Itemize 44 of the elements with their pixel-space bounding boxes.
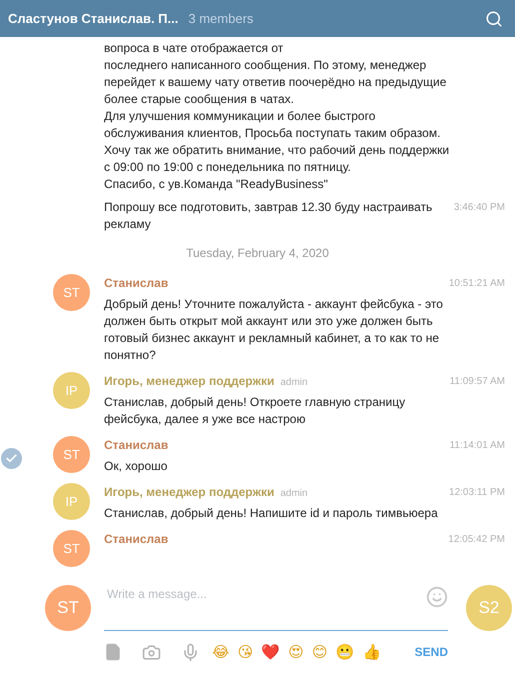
message-text: Станислав, добрый день! Откроете главную страницу фейсбука, далее я уже все настрою	[104, 394, 406, 428]
sender-name: Станислав	[104, 275, 168, 292]
message-time: 10:51:21 AM	[448, 277, 505, 291]
date-separator: Tuesday, February 4, 2020	[186, 245, 329, 262]
avatar: S2	[466, 585, 512, 631]
message-time: 12:05:42 PM	[448, 533, 505, 547]
avatar: ST	[53, 436, 90, 473]
sender-name: Игорь, менеджер поддержки	[104, 373, 274, 390]
sender-name: Станислав	[104, 437, 168, 454]
emoji-shortcut[interactable]: 👍	[362, 643, 382, 661]
selected-check-icon[interactable]	[1, 448, 22, 469]
emoji-shortcut[interactable]: ❤	[261, 643, 280, 661]
message-time: 11:14:01 AM	[450, 439, 505, 453]
role-label: admin	[280, 487, 308, 501]
message-time: 12:03:11 PM	[449, 486, 505, 500]
emoji-shortcut[interactable]: 😬	[335, 643, 354, 661]
avatar: ST	[53, 274, 90, 311]
message-text: Ок, хорошо	[104, 458, 168, 475]
avatar: IP	[53, 372, 90, 409]
avatar: ST	[45, 585, 91, 631]
avatar: IP	[53, 483, 90, 520]
avatar: ST	[53, 530, 90, 567]
message-time: 3:46:40 PM	[454, 201, 505, 215]
sender-name: Станислав	[104, 531, 168, 548]
search-icon[interactable]	[485, 10, 503, 28]
message-time: 11:09:57 AM	[450, 375, 505, 389]
role-label: admin	[280, 376, 308, 390]
emoji-shortcut[interactable]: 😍	[288, 643, 304, 661]
message-input[interactable]: Write a message...	[107, 585, 426, 603]
camera-icon[interactable]	[142, 642, 161, 662]
member-count: 3 members	[188, 10, 254, 28]
emoji-shortcut[interactable]: 😊	[312, 643, 328, 661]
emoji-icon[interactable]	[426, 586, 448, 608]
emoji-shortcut[interactable]: 😂	[212, 643, 230, 661]
message-text: вопроса в чате отображается от последнего написанного сообщения. По этому, менеджер перейдет к вашему чату ответив поочерёдно на предыдущие более старые сообщения в чатах. Для улучшения коммуникации и более быстрого обслуживания клиентов, Просьба поступать таким образом. Хочу так же обратить внимание, что рабочий день поддержки с 09:00 по 19:00 с понедельника по пятницу. Спасибо, с ув.Команда "ReadyBusiness"	[104, 40, 450, 193]
message-text: Добрый день! Уточните пожалуйста - аккаунт фейсбука - это должен быть открыт мой аккаунт или это уже должен быть готовый бизнес аккаунт и рекламный кабинет, а то как то не понятно?	[104, 296, 444, 364]
microphone-icon[interactable]	[181, 642, 200, 662]
chat-title: Сластунов Станислав. П...	[8, 10, 178, 28]
send-button[interactable]: SEND	[414, 643, 448, 661]
message-text: Попрошу все подготовить, завтрав 12.30 буду настраивать рекламу	[104, 199, 434, 233]
emoji-shortcut[interactable]: 😘	[238, 643, 254, 661]
file-icon[interactable]	[104, 643, 122, 661]
message-text: Станислав, добрый день! Напишите id и пароль тимвьюера	[104, 505, 439, 522]
sender-name: Игорь, менеджер поддержки	[104, 484, 274, 501]
